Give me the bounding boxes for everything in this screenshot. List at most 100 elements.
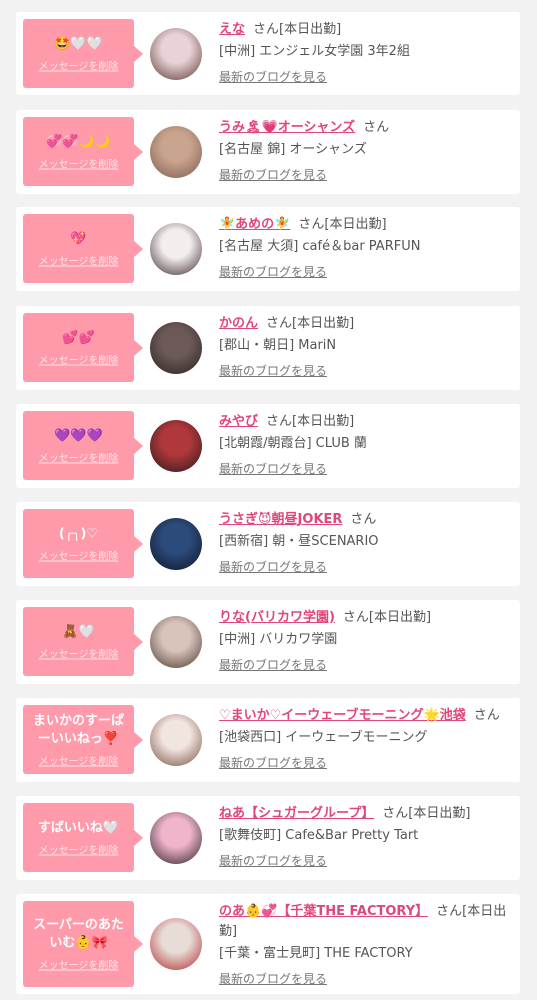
message-card: 💞💞🌙🌙 メッセージを削除 うみ🏝💗オーシャンズ さん [名古屋 錦] オーシャンズ 最新… — [16, 110, 520, 194]
cast-name-link[interactable]: のあ👶💞【千葉THE FACTORY】 — [219, 904, 428, 919]
delete-message-link[interactable]: メッセージを削除 — [23, 752, 134, 767]
work-status: [本日出勤] — [279, 22, 342, 37]
cast-name-line: りな(バリカワ学園) さん[本日出勤] — [219, 608, 515, 628]
avatar[interactable] — [150, 28, 202, 80]
cast-info: 🧚あめの🧚 さん[本日出勤] [名古屋 大須] café＆bar PARFUN 最新の… — [219, 215, 515, 281]
message-bubble: すばいいね🤍 メッセージを削除 — [23, 803, 143, 872]
shop-name: [西新宿] 朝・昼SCENARIO — [219, 534, 379, 549]
message-card: 🤩🤍🤍 メッセージを削除 えな さん[本日出勤] [中洲] エンジェル女学園 3年2組最… — [16, 12, 520, 95]
shop-name: [北朝霞/朝霞台] CLUB 蘭 — [219, 436, 367, 451]
shop-name: [名古屋 大須] café＆bar PARFUN — [219, 239, 421, 254]
message-text: 💖 — [70, 231, 87, 246]
latest-blog-link[interactable]: 最新のブログを見る — [219, 166, 327, 184]
cast-name-line: ねあ【シュガーグループ】 さん[本日出勤] — [219, 804, 515, 824]
latest-blog-link[interactable]: 最新のブログを見る — [219, 852, 327, 870]
honorific: さん — [266, 316, 293, 331]
cast-name-line: のあ👶💞【千葉THE FACTORY】 さん[本日出勤] — [219, 902, 515, 942]
cast-name-line: 🧚あめの🧚 さん[本日出勤] — [219, 215, 515, 235]
work-status: [本日出勤] — [368, 610, 432, 625]
message-text: まいかのすーぱーいいねっ❣️ — [32, 713, 124, 746]
latest-blog-link[interactable]: 最新のブログを見る — [219, 460, 327, 478]
cast-info: うみ🏝💗オーシャンズ さん [名古屋 錦] オーシャンズ 最新のブログを見る — [219, 118, 515, 184]
avatar[interactable] — [150, 223, 202, 275]
work-status: [本日出勤] — [292, 316, 355, 331]
message-text: 💕💕 — [62, 330, 95, 345]
cast-name-link[interactable]: ねあ【シュガーグループ】 — [219, 806, 374, 821]
message-text: スーパーのあたいむ👶🎀 — [33, 917, 124, 951]
avatar[interactable] — [150, 812, 202, 864]
latest-blog-link[interactable]: 最新のブログを見る — [219, 68, 327, 86]
avatar[interactable] — [150, 420, 202, 472]
avatar[interactable] — [150, 322, 202, 374]
cast-name-link[interactable]: えな — [219, 22, 245, 37]
latest-blog-link[interactable]: 最新のブログを見る — [219, 263, 327, 281]
shop-name: [池袋西口] イーウェーブモーニング — [219, 730, 428, 745]
message-text: (╭╮)♡ — [58, 526, 99, 541]
message-bubble: 💕💕 メッセージを削除 — [23, 313, 143, 382]
avatar[interactable] — [150, 918, 202, 970]
latest-blog-link[interactable]: 最新のブログを見る — [219, 362, 327, 380]
delete-message-link[interactable]: メッセージを削除 — [23, 645, 134, 660]
avatar[interactable] — [150, 616, 202, 668]
message-bubble: 💜💜💜 メッセージを削除 — [23, 411, 143, 480]
delete-message-link[interactable]: メッセージを削除 — [23, 547, 134, 562]
cast-info: ♡まいか♡イーウェーブモーニング🌟池袋 さん [池袋西口] イーウェーブモーニング最… — [219, 706, 515, 772]
avatar[interactable] — [150, 518, 202, 570]
cast-info: みやび さん[本日出勤] [北朝霞/朝霞台] CLUB 蘭最新のブログを見る — [219, 412, 515, 478]
latest-blog-link[interactable]: 最新のブログを見る — [219, 558, 327, 576]
cast-name-line: みやび さん[本日出勤] — [219, 412, 515, 432]
message-text: 🤩🤍🤍 — [54, 36, 103, 51]
cast-name-link[interactable]: ♡まいか♡イーウェーブモーニング🌟池袋 — [219, 708, 466, 723]
message-bubble: 🧸🤍 メッセージを削除 — [23, 607, 143, 676]
delete-message-link[interactable]: メッセージを削除 — [23, 155, 134, 170]
message-bubble: まいかのすーぱーいいねっ❣️ メッセージを削除 — [23, 705, 143, 774]
cast-info: うさぎ😈朝昼JOKER さん [西新宿] 朝・昼SCENARIO 最新のブログを見る — [219, 510, 515, 576]
avatar[interactable] — [150, 714, 202, 766]
avatar[interactable] — [150, 126, 202, 178]
delete-message-link[interactable]: メッセージを削除 — [23, 252, 134, 267]
delete-message-link[interactable]: メッセージを削除 — [23, 957, 134, 972]
delete-message-link[interactable]: メッセージを削除 — [23, 841, 134, 856]
cast-name-line: うみ🏝💗オーシャンズ さん — [219, 118, 515, 138]
message-card: 💜💜💜 メッセージを削除 みやび さん[本日出勤] [北朝霞/朝霞台] CLUB 蘭最新… — [16, 404, 520, 488]
message-card: スーパーのあたいむ👶🎀 メッセージを削除 のあ👶💞【千葉THE FACTORY】 さん… — [16, 894, 520, 994]
cast-info: えな さん[本日出勤] [中洲] エンジェル女学園 3年2組 最新のブログを見る — [219, 20, 515, 86]
honorific: さん — [266, 414, 293, 429]
honorific: さん — [436, 904, 463, 919]
cast-name-link[interactable]: かのん — [219, 316, 258, 331]
work-status: [本日出勤] — [292, 414, 355, 429]
message-card: すばいいね🤍 メッセージを削除 ねあ【シュガーグループ】 さん[本日出勤] [歌舞伎町]… — [16, 796, 520, 880]
honorific: さん — [363, 120, 390, 135]
cast-name-line: ♡まいか♡イーウェーブモーニング🌟池袋 さん — [219, 706, 515, 726]
message-bubble: スーパーのあたいむ👶🎀 メッセージを削除 — [23, 901, 143, 987]
cast-name-link[interactable]: うみ🏝💗オーシャンズ — [219, 120, 355, 135]
message-card: 💖 メッセージを削除 🧚あめの🧚 さん[本日出勤] [名古屋 大須] café＆bar … — [16, 207, 520, 291]
honorific: さん — [253, 22, 280, 37]
message-bubble: 🤩🤍🤍 メッセージを削除 — [23, 19, 143, 88]
cast-name-link[interactable]: うさぎ😈朝昼JOKER — [219, 512, 342, 527]
delete-message-link[interactable]: メッセージを削除 — [23, 351, 134, 366]
work-status: [本日出勤] — [324, 217, 387, 232]
cast-name-line: うさぎ😈朝昼JOKER さん — [219, 510, 515, 530]
delete-message-link[interactable]: メッセージを削除 — [23, 57, 134, 72]
honorific: さん — [473, 708, 500, 723]
latest-blog-link[interactable]: 最新のブログを見る — [219, 970, 327, 988]
message-text: 💞💞🌙🌙 — [46, 134, 111, 149]
delete-message-link[interactable]: メッセージを削除 — [23, 449, 134, 464]
cast-name-link[interactable]: 🧚あめの🧚 — [219, 217, 290, 232]
message-text: すばいいね🤍 — [37, 820, 120, 835]
cast-info: のあ👶💞【千葉THE FACTORY】 さん[本日出勤] [千葉・富士見町] THE… — [219, 902, 515, 988]
cast-info: かのん さん[本日出勤] [郡山・朝日] MariN 最新のブログを見る — [219, 314, 515, 380]
shop-name: [千葉・富士見町] THE FACTORY — [219, 946, 413, 961]
work-status: [本日出勤] — [408, 806, 471, 821]
cast-name-link[interactable]: りな(バリカワ学園) — [219, 610, 335, 625]
shop-name: [中洲] エンジェル女学園 3年2組 — [219, 44, 410, 59]
cast-name-link[interactable]: みやび — [219, 414, 258, 429]
latest-blog-link[interactable]: 最新のブログを見る — [219, 754, 327, 772]
cast-info: りな(バリカワ学園) さん[本日出勤] [中洲] バリカワ学園 最新のブログを見る — [219, 608, 515, 674]
message-text: 💜💜💜 — [54, 428, 103, 443]
message-card: まいかのすーぱーいいねっ❣️ メッセージを削除 ♡まいか♡イーウェーブモーニング🌟池… — [16, 698, 520, 782]
shop-name: [中洲] バリカワ学園 — [219, 632, 338, 647]
cast-info: ねあ【シュガーグループ】 さん[本日出勤] [歌舞伎町] Cafe&Bar Pret… — [219, 804, 515, 870]
latest-blog-link[interactable]: 最新のブログを見る — [219, 656, 327, 674]
